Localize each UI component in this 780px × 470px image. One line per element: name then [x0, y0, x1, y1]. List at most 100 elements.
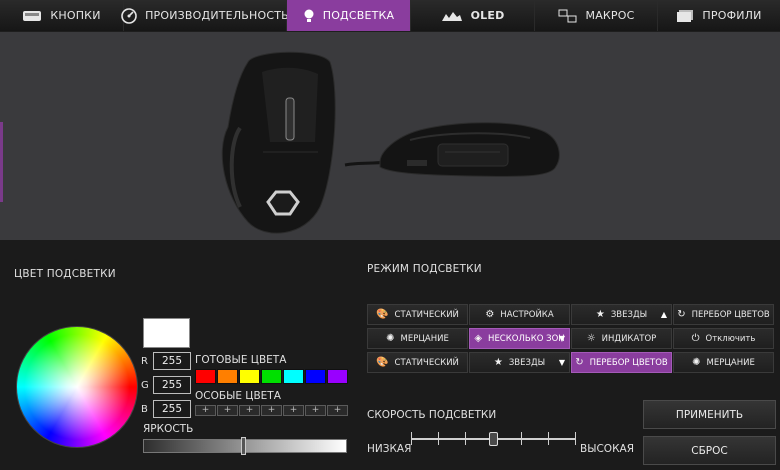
mode-button[interactable]: ↻ ПЕРЕБОР ЦВЕТОВ [673, 304, 774, 325]
mode-button-label: ПЕРЕБОР ЦВЕТОВ [691, 309, 770, 320]
color-wheel[interactable] [16, 326, 138, 448]
preset-colors-title: ГОТОВЫЕ ЦВЕТА [195, 354, 287, 366]
r-input[interactable]: 255 [153, 352, 191, 370]
preset-color-swatch[interactable] [217, 369, 238, 384]
speed-slider-thumb[interactable] [489, 432, 498, 446]
b-input[interactable]: 255 [153, 400, 191, 418]
cycle-icon: ↻ [575, 357, 584, 368]
preset-color-swatch[interactable] [283, 369, 304, 384]
gear-icon: ⚙ [485, 309, 495, 320]
preset-colors [195, 369, 349, 384]
mode-button[interactable]: 🎨 СТАТИЧЕСКИЙ [367, 304, 468, 325]
tab-macro[interactable]: МАКРОС [535, 0, 658, 31]
preview-edge-accent [0, 122, 3, 202]
palette-icon: 🎨 [376, 309, 389, 320]
mode-button[interactable]: ★ ЗВЕЗДЫ ▼ [469, 352, 570, 373]
mode-button-label: СТАТИЧЕСКИЙ [394, 309, 459, 320]
mode-button-label: ИНДИКАТОР [601, 333, 657, 344]
g-label: G [141, 379, 149, 391]
tab-profiles[interactable]: ПРОФИЛИ [658, 0, 780, 31]
r-row: R 255 [141, 352, 191, 370]
mode-section-title: РЕЖИМ ПОДСВЕТКИ [367, 263, 482, 275]
speed-tick [575, 432, 576, 445]
mode-button[interactable]: ✺ МЕРЦАНИЕ [367, 328, 468, 349]
tab-label: ПРОФИЛИ [702, 9, 762, 22]
buttons-icon [22, 9, 42, 23]
mode-button[interactable]: ⏻ Отключить [673, 328, 774, 349]
palette-icon: 🎨 [376, 357, 389, 368]
g-input[interactable]: 255 [153, 376, 191, 394]
lighting-icon [303, 8, 315, 24]
custom-colors-title: ОСОБЫЕ ЦВЕТА [195, 390, 281, 402]
tab-oled[interactable]: OLED [411, 0, 535, 31]
brightness-slider-thumb[interactable] [240, 437, 246, 455]
tab-label: МАКРОС [585, 9, 635, 22]
power-icon: ⏻ [691, 333, 700, 344]
speed-tick [548, 432, 549, 445]
speed-tick [521, 432, 522, 445]
custom-color-slot[interactable]: + [305, 405, 326, 416]
tab-performance[interactable]: ПРОИЗВОДИТЕЛЬНОСТЬ [121, 0, 289, 31]
custom-color-slot[interactable]: + [327, 405, 348, 416]
mode-row: ✺ МЕРЦАНИЕ ◈ НЕСКОЛЬКО ЗОН ▼ ☼ ИНДИКАТОР ⏻ Отклю… [367, 328, 775, 349]
mode-button[interactable]: 🎨 СТАТИЧЕСКИЙ [367, 352, 468, 373]
mode-button[interactable]: ★ ЗВЕЗДЫ ▲ [571, 304, 672, 325]
chevron-up-icon[interactable]: ▲ [661, 310, 667, 319]
breathing-icon: ✺ [386, 333, 395, 344]
custom-color-slot[interactable]: + [195, 405, 216, 416]
speed-title: СКОРОСТЬ ПОДСВЕТКИ [367, 409, 497, 421]
preset-color-swatch[interactable] [327, 369, 348, 384]
bulb-icon: ☼ [586, 333, 596, 344]
macro-icon [558, 9, 578, 23]
b-label: B [141, 403, 148, 415]
speed-high-label: ВЫСОКАЯ [580, 443, 634, 455]
mode-button[interactable]: ⚙ НАСТРОЙКА [469, 304, 570, 325]
mode-button-label: ПЕРЕБОР ЦВЕТОВ [589, 357, 668, 368]
mode-button-label: МЕРЦАНИЕ [706, 357, 755, 368]
tab-label: ПОДСВЕТКА [322, 9, 395, 22]
mode-button[interactable]: ✺ МЕРЦАНИЕ [673, 352, 774, 373]
tab-lighting[interactable]: ПОДСВЕТКА [287, 0, 411, 31]
mode-button[interactable]: ☼ ИНДИКАТОР [571, 328, 672, 349]
preset-color-swatch[interactable] [239, 369, 260, 384]
tab-label: КНОПКИ [50, 9, 101, 22]
cycle-icon: ↻ [677, 309, 686, 320]
breathing-icon: ✺ [692, 357, 701, 368]
mode-button[interactable]: ◈ НЕСКОЛЬКО ЗОН ▼ [469, 328, 570, 349]
reset-button[interactable]: СБРОС [643, 436, 776, 465]
custom-colors: + + + + + + + [195, 405, 349, 416]
speed-tick [465, 432, 466, 445]
preset-color-swatch[interactable] [261, 369, 282, 384]
mode-button[interactable]: ↻ ПЕРЕБОР ЦВЕТОВ [571, 352, 672, 373]
mode-row: 🎨 СТАТИЧЕСКИЙ ⚙ НАСТРОЙКА ★ ЗВЕЗДЫ ▲ ↻ ПЕРЕБОР Ц… [367, 304, 775, 325]
preset-color-swatch[interactable] [195, 369, 216, 384]
chevron-down-icon[interactable]: ▼ [559, 358, 565, 367]
star-icon: ★ [493, 357, 503, 368]
chevron-down-icon[interactable]: ▼ [559, 334, 565, 343]
mode-button-label: МЕРЦАНИЕ [400, 333, 449, 344]
performance-icon [121, 7, 137, 24]
custom-color-slot[interactable]: + [217, 405, 238, 416]
mode-button-label: ЗВЕЗДЫ [508, 357, 546, 368]
lighting-mode-grid: 🎨 СТАТИЧЕСКИЙ ⚙ НАСТРОЙКА ★ ЗВЕЗДЫ ▲ ↻ ПЕРЕБОР Ц… [367, 304, 775, 376]
g-row: G 255 [141, 376, 191, 394]
tab-label: OLED [470, 9, 505, 22]
color-section-title: ЦВЕТ ПОДСВЕТКИ [14, 268, 116, 280]
custom-color-slot[interactable]: + [261, 405, 282, 416]
preset-color-swatch[interactable] [305, 369, 326, 384]
profiles-icon [676, 9, 694, 23]
mouse-top-view [221, 51, 336, 234]
oled-icon [441, 10, 463, 22]
apply-button[interactable]: ПРИМЕНИТЬ [643, 400, 776, 429]
custom-color-slot[interactable]: + [239, 405, 260, 416]
speed-low-label: НИЗКАЯ [367, 443, 412, 455]
mode-button-label: НЕСКОЛЬКО ЗОН [488, 333, 565, 344]
speed-tick [438, 432, 439, 445]
star-icon: ★ [595, 309, 605, 320]
custom-color-slot[interactable]: + [283, 405, 304, 416]
b-row: B 255 [141, 400, 191, 418]
mode-button-label: ЗВЕЗДЫ [610, 309, 648, 320]
tab-label: ПРОИЗВОДИТЕЛЬНОСТЬ [145, 9, 289, 22]
tab-buttons[interactable]: КНОПКИ [0, 0, 124, 31]
mode-button-label: НАСТРОЙКА [500, 309, 554, 320]
